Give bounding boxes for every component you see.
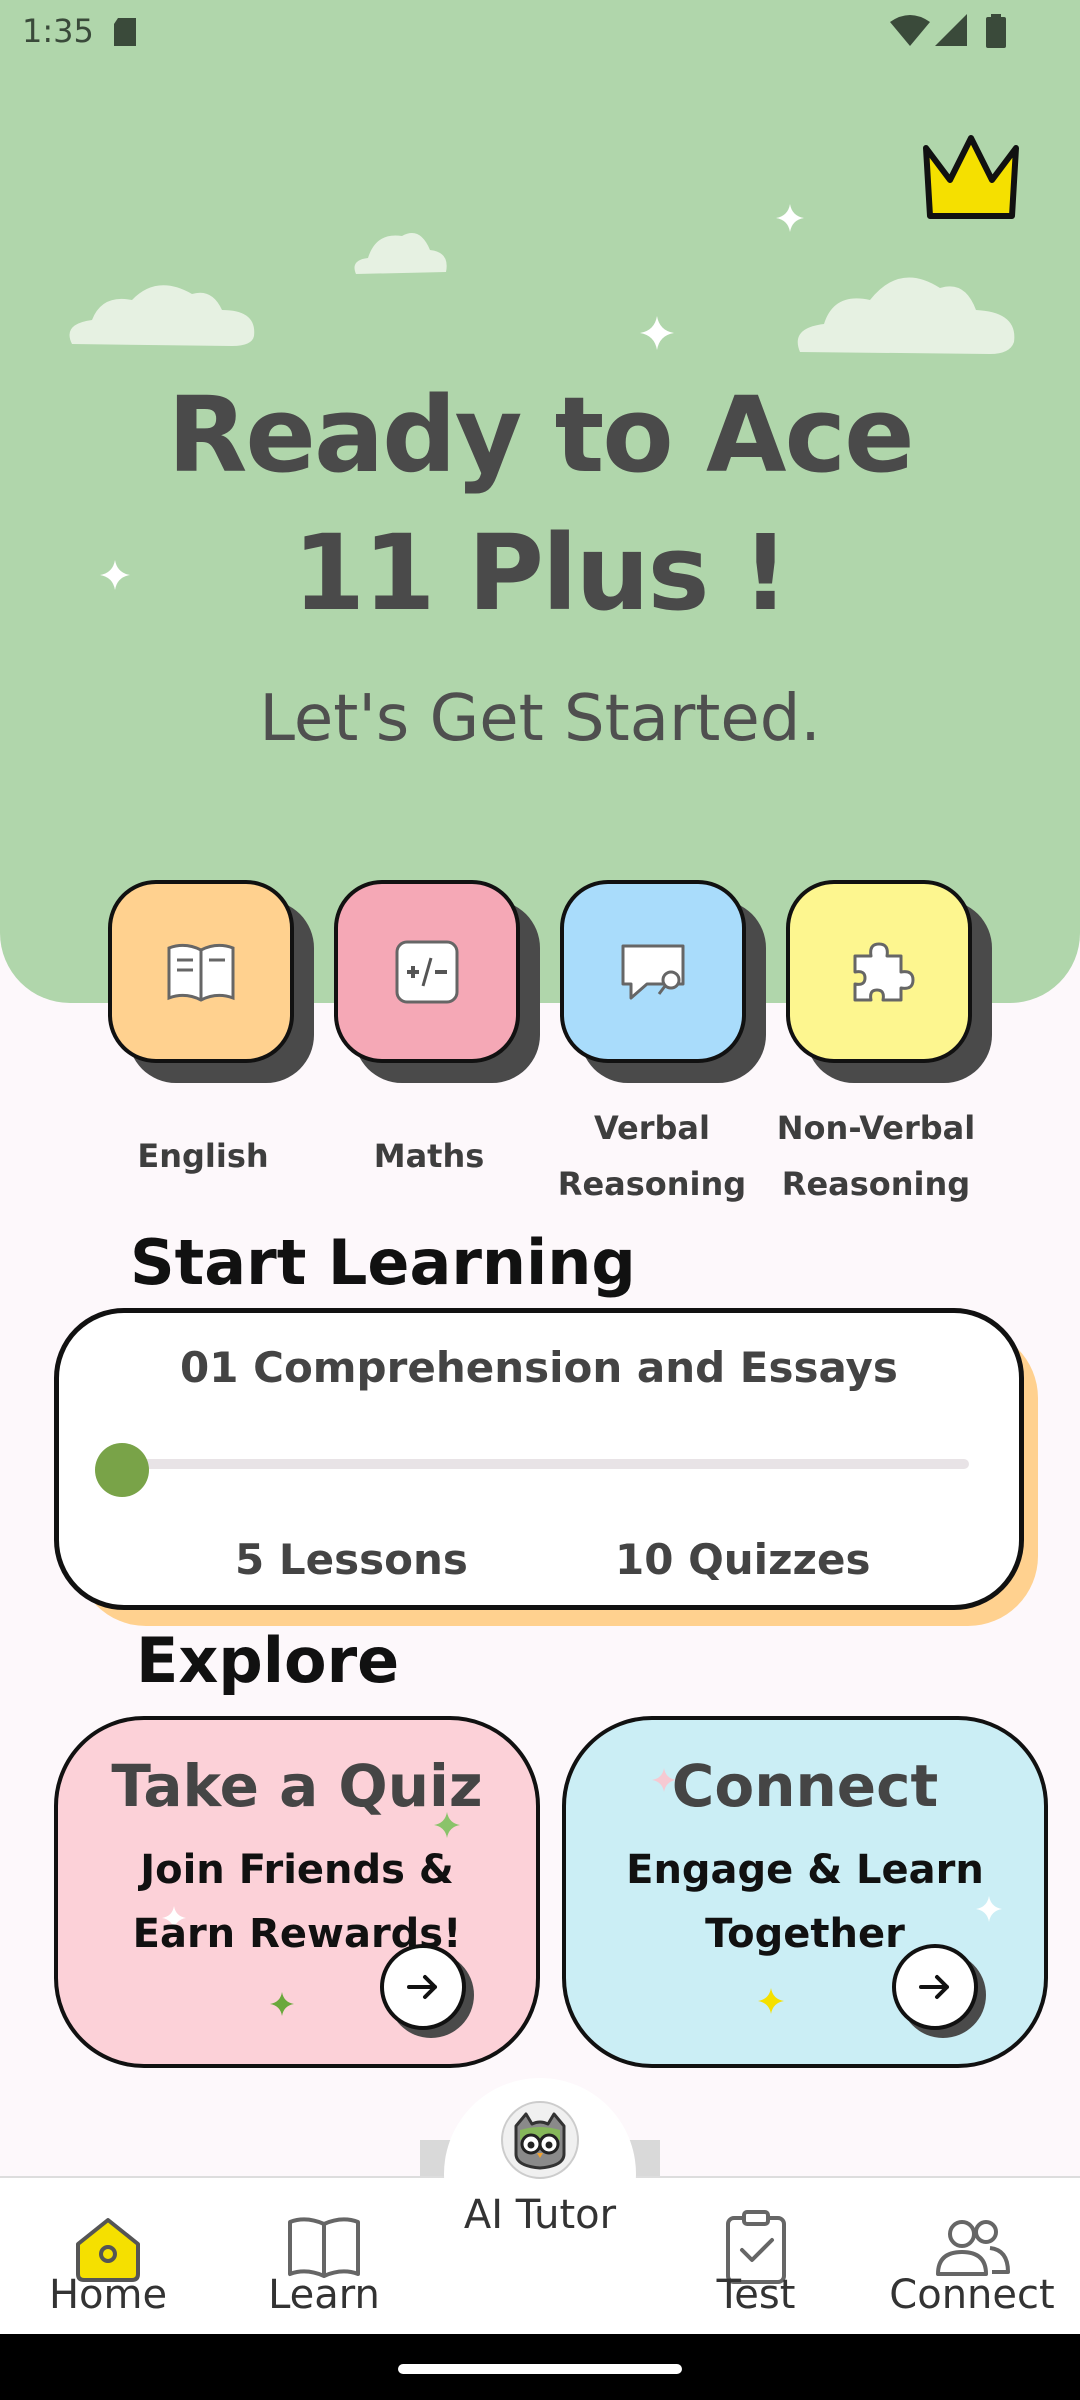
battery-icon — [986, 14, 1006, 48]
subject-label-line: Verbal — [594, 1109, 710, 1147]
connect-card[interactable]: Connect Engage & Learn Together — [562, 1716, 1048, 2068]
hero-title-line1: Ready to Ace — [167, 374, 914, 496]
chat-icon — [621, 944, 685, 999]
nav-test[interactable]: Test — [666, 2178, 846, 2336]
subject-tile[interactable] — [786, 880, 972, 1063]
subject-tile[interactable] — [108, 880, 294, 1063]
wifi-icon — [890, 15, 930, 46]
hero-subtitle: Let's Get Started. — [259, 682, 821, 756]
status-time: 1:35 — [22, 12, 94, 50]
nav-connect[interactable]: Connect — [882, 2178, 1062, 2336]
subject-maths[interactable] — [334, 880, 540, 1083]
nav-label: Connect — [889, 2272, 1055, 2318]
arrow-right-icon — [919, 1975, 949, 1999]
sparkle-icon — [640, 316, 674, 350]
sparkle-icon — [776, 204, 804, 232]
crown-icon[interactable] — [916, 128, 1026, 224]
progress-knob — [95, 1443, 149, 1497]
start-learning-heading: Start Learning — [130, 1226, 636, 1299]
home-indicator[interactable] — [398, 2364, 682, 2374]
cloud-icon — [354, 233, 447, 274]
nav-learn[interactable]: Learn — [234, 2178, 414, 2336]
nav-label: Learn — [268, 2272, 380, 2318]
nav-label: Test — [716, 2272, 796, 2318]
progress-track — [125, 1459, 969, 1469]
sparkle-icon — [758, 1988, 784, 2014]
hero-title: Ready to Ace 11 Plus ! — [0, 366, 1080, 642]
course-title: 01 Comprehension and Essays — [180, 1343, 898, 1392]
take-quiz-card[interactable]: Take a Quiz Join Friends & Earn Rewards! — [54, 1716, 540, 2068]
subject-english[interactable] — [108, 880, 314, 1083]
hero-banner: 1:35 Ready to Ace 11 Plus ! Let's Get St… — [0, 0, 1080, 1003]
nav-home[interactable]: Home — [18, 2178, 198, 2336]
subject-tile[interactable] — [334, 880, 520, 1063]
arrow-right-icon — [407, 1975, 437, 1999]
course-card[interactable]: 01 Comprehension and Essays 5 Lessons 10… — [54, 1308, 1024, 1610]
math-icon — [395, 940, 459, 1003]
cloud-icon — [797, 277, 1015, 354]
nav-label: AI Tutor — [463, 2192, 617, 2238]
subject-label-line: Reasoning — [781, 1165, 971, 1203]
subject-label-maths: Maths — [309, 1128, 549, 1184]
puzzle-icon — [853, 942, 915, 1001]
signal-icon — [935, 14, 967, 46]
subject-label-non-verbal: Non-Verbal Reasoning — [756, 1100, 996, 1212]
sd-card-icon — [114, 18, 136, 46]
sparkle-icon — [270, 1992, 294, 2016]
quizzes-count: 10 Quizzes — [615, 1535, 871, 1584]
hero-title-line2: 11 Plus ! — [292, 512, 789, 634]
cloud-icon — [69, 285, 255, 346]
subject-label-english: English — [83, 1128, 323, 1184]
status-bar: 1:35 — [0, 0, 1080, 66]
card-subtitle: Join Friends & Earn Rewards! — [132, 1847, 462, 1957]
owl-icon — [501, 2101, 579, 2179]
subject-non-verbal-reasoning[interactable] — [786, 880, 992, 1083]
lessons-count: 5 Lessons — [235, 1535, 468, 1584]
subject-label-line: English — [137, 1137, 269, 1175]
subject-tile[interactable] — [560, 880, 746, 1063]
arrow-right-button[interactable] — [892, 1944, 978, 2030]
card-subtitle: Engage & Learn Together — [626, 1847, 984, 1957]
subject-verbal-reasoning[interactable] — [560, 880, 766, 1083]
subject-label-line: Reasoning — [557, 1165, 747, 1203]
arrow-right-button[interactable] — [380, 1944, 466, 2030]
subject-label-line: Maths — [373, 1137, 485, 1175]
explore-heading: Explore — [136, 1624, 400, 1697]
card-title: Take a Quiz — [111, 1752, 483, 1820]
subject-label-line: Non-Verbal — [776, 1109, 976, 1147]
nav-label: Home — [48, 2272, 168, 2318]
subject-label-verbal: Verbal Reasoning — [532, 1100, 772, 1212]
card-title: Connect — [671, 1752, 939, 1820]
book-icon — [167, 943, 235, 1002]
